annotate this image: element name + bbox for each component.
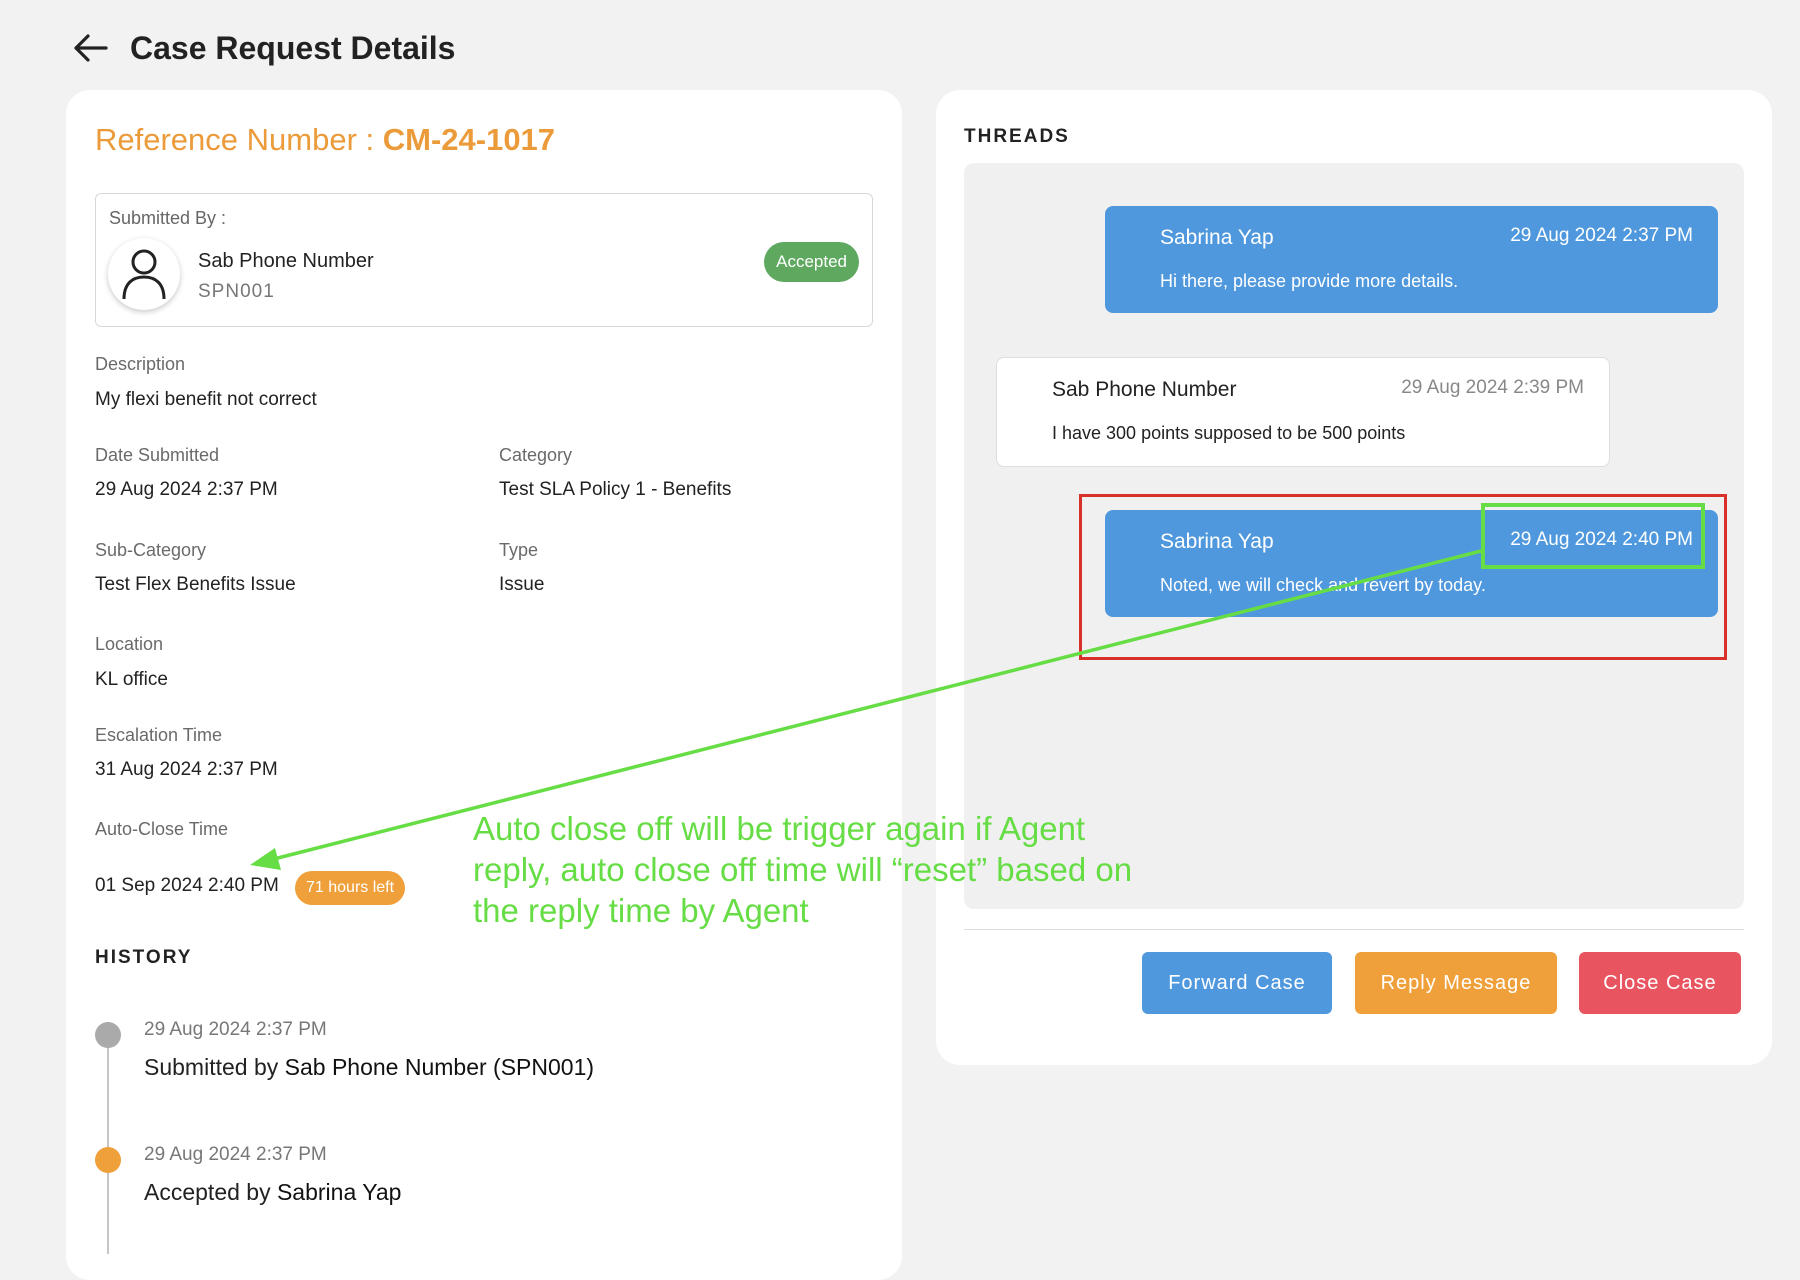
annotation-arrow-icon — [250, 549, 1482, 870]
annotation-note: Auto close off will be trigger again if … — [473, 810, 1133, 929]
